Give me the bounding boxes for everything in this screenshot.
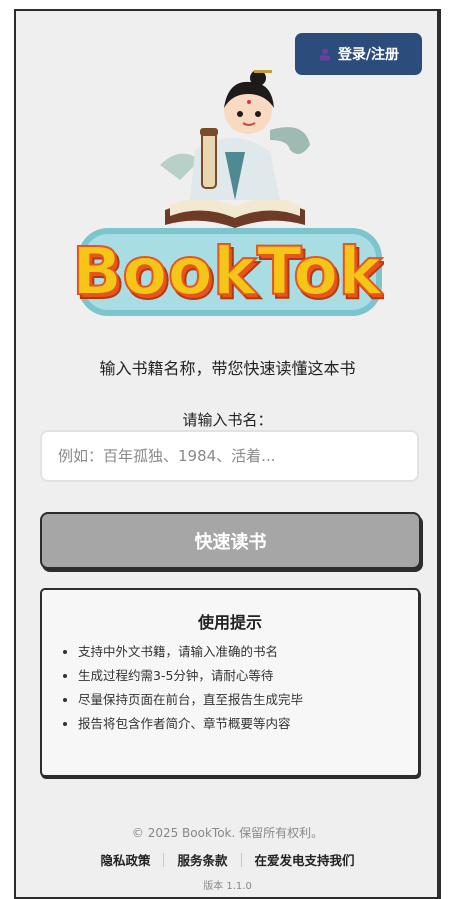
footer-links: 隐私政策 服务条款 在爱发电支持我们 (0, 850, 455, 869)
login-button[interactable]: 登录/注册 (295, 33, 422, 75)
tip-item: 支持中外文书籍，请输入准确的书名 (78, 640, 303, 664)
tips-list: 支持中外文书籍，请输入准确的书名 生成过程约需3-5分钟，请耐心等待 尽量保持页… (60, 640, 303, 736)
user-icon (318, 47, 332, 61)
terms-of-service-link[interactable]: 服务条款 (177, 850, 227, 869)
booktok-logo: BookTok BookTok (76, 228, 384, 316)
login-label: 登录/注册 (337, 47, 400, 63)
mascot-illustration (160, 70, 310, 228)
tagline: 输入书籍名称，带您快速读懂这本书 (99, 359, 356, 378)
privacy-policy-link[interactable]: 隐私政策 (100, 850, 150, 869)
quick-read-button[interactable]: 快速读书 (40, 512, 421, 569)
support-us-link[interactable]: 在爱发电支持我们 (255, 850, 355, 869)
book-name-input[interactable] (40, 430, 419, 482)
divider (163, 852, 165, 867)
tip-item: 生成过程约需3-5分钟，请耐心等待 (78, 664, 303, 688)
tip-item: 报告将包含作者简介、章节概要等内容 (78, 712, 303, 736)
divider (240, 852, 242, 867)
book-name-label: 请输入书名： (182, 411, 273, 429)
tip-item: 尽量保持页面在前台，直至报告生成完毕 (78, 688, 303, 712)
copyright-text: © 2025 BookTok. 保留所有权利。 (131, 826, 324, 840)
tips-title: 使用提示 (197, 613, 262, 632)
version-text: 版本 1.1.0 (203, 881, 252, 892)
logo-text: BookTok (76, 233, 384, 310)
usage-tips-panel: 使用提示 支持中外文书籍，请输入准确的书名 生成过程约需3-5分钟，请耐心等待 … (40, 588, 420, 777)
